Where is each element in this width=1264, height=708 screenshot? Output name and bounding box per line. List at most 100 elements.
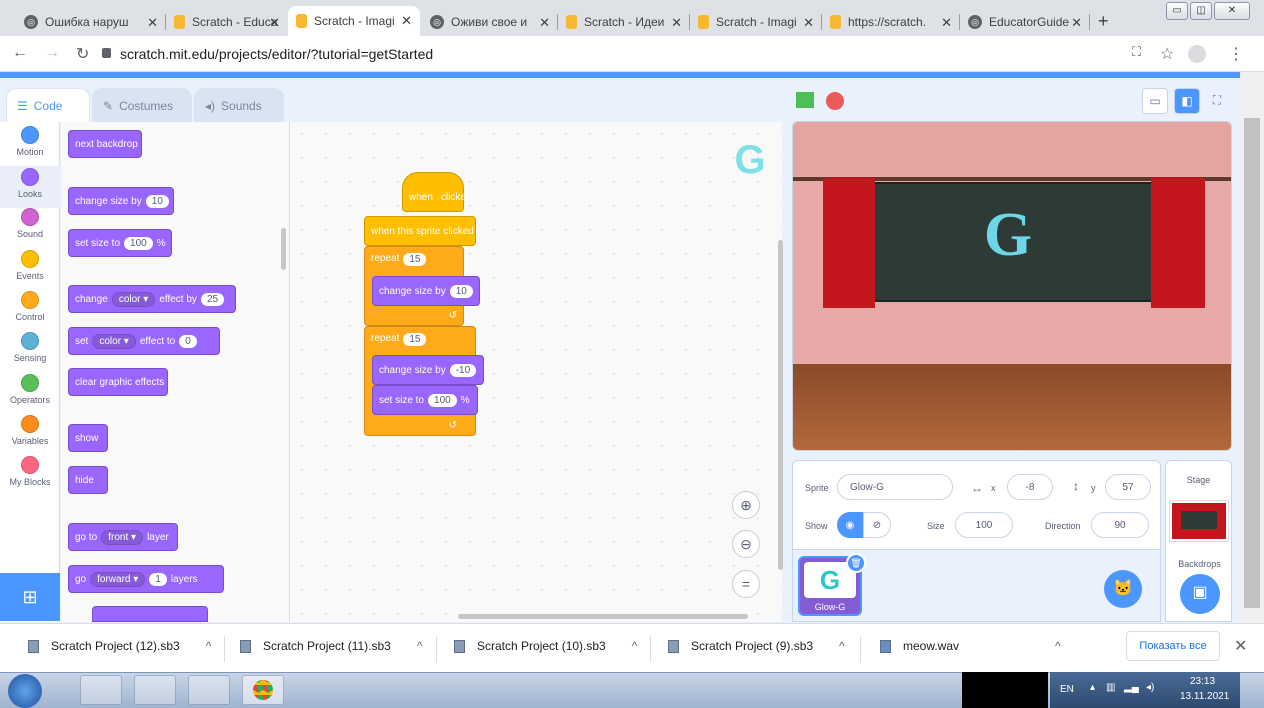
chevron-up-icon[interactable]: ^ [417,639,423,653]
menu-kebab-icon[interactable]: ⋮ [1228,44,1244,64]
browser-tab[interactable]: ◎ Ошибка наруш ✕ [16,8,166,36]
block-set-size-to[interactable]: set size to 100 % [372,385,478,415]
block-show[interactable]: show [68,424,108,452]
large-stage-button[interactable]: ◧ [1174,88,1200,114]
show-hidden-button[interactable]: ⊘ [863,512,891,538]
chevron-up-icon[interactable]: ^ [632,639,638,653]
tab-costumes[interactable]: ✎ Costumes [92,88,192,122]
zoom-in-button[interactable]: ⊕ [732,491,760,519]
start-button[interactable] [8,674,42,708]
set-size-input[interactable]: 100 [428,393,457,407]
effect-to-input[interactable]: 0 [179,334,197,348]
category-looks[interactable]: Looks [0,166,60,208]
browser-tab[interactable]: Scratch - Идеи ✕ [558,8,690,36]
stop-button[interactable] [826,92,844,110]
block-go-to-layer[interactable]: go to front ▾ layer [68,523,178,551]
category-my-blocks[interactable]: My Blocks [0,456,60,496]
minimize-button[interactable]: ▭ [1166,2,1188,20]
block-next-backdrop[interactable]: next backdrop [68,130,142,158]
download-item[interactable]: Scratch Project (9).sb3 ^ [668,639,845,653]
trash-icon[interactable]: 🗑 [846,553,866,573]
close-icon[interactable]: ✕ [269,15,280,31]
word-icon[interactable] [134,675,176,705]
close-icon[interactable]: ✕ [401,13,412,29]
choose-backdrop-button[interactable]: ▣ [1180,574,1220,614]
browser-tab[interactable]: Scratch - Imagi ✕ [690,8,822,36]
block-when-flag-clicked[interactable]: when clicked [402,172,471,212]
page-scrollbar[interactable] [1240,72,1264,623]
add-extension-button[interactable]: ⊞ [0,573,60,621]
palette-scrollbar[interactable] [281,228,286,270]
repeat-count-input[interactable]: 15 [403,333,427,346]
change-size-input[interactable]: 10 [145,194,169,208]
maximize-button[interactable]: ◫ [1190,2,1212,20]
zoom-out-button[interactable]: ⊖ [732,530,760,558]
category-variables[interactable]: Variables [0,415,60,455]
fullscreen-button[interactable]: ⛶ [1204,88,1230,114]
direction-dropdown[interactable]: forward ▾ [90,571,146,587]
change-size-input[interactable]: 10 [449,284,473,298]
category-sound[interactable]: Sound [0,208,60,248]
block-set-effect-to[interactable]: set color ▾ effect to 0 [68,327,220,355]
effect-dropdown[interactable]: color ▾ [111,291,156,307]
close-icon[interactable]: ✕ [539,15,550,31]
workspace-vertical-scrollbar[interactable] [778,240,783,570]
direction-input[interactable]: 90 [1091,512,1149,538]
explorer-icon[interactable] [80,675,122,705]
choose-sprite-button[interactable]: 🐱 [1104,570,1142,608]
block-change-effect-by[interactable]: change color ▾ effect by 25 [68,285,236,313]
small-stage-button[interactable]: ▭ [1142,88,1168,114]
back-arrow-icon[interactable]: ← [12,44,28,62]
browser-tab[interactable]: ◎ Оживи свое и ✕ [422,8,558,36]
close-icon[interactable]: ✕ [671,15,682,31]
new-tab-plus-icon[interactable]: + [1098,11,1109,32]
layer-dropdown[interactable]: front ▾ [101,529,144,545]
download-item[interactable]: Scratch Project (12).sb3 ^ [28,639,211,653]
chrome-icon[interactable] [242,675,284,705]
translate-icon[interactable]: ⛶ [1132,44,1141,60]
category-sensing[interactable]: Sensing [0,332,60,372]
show-all-downloads-button[interactable]: Показать все [1126,631,1220,661]
tab-sounds[interactable]: ◂) Sounds [194,88,284,122]
language-indicator[interactable]: EN [1060,684,1074,695]
chevron-up-icon[interactable]: ^ [839,639,845,653]
download-item[interactable]: Scratch Project (11).sb3 ^ [240,639,422,653]
category-motion[interactable]: Motion [0,126,60,166]
x-input[interactable]: -8 [1007,474,1053,500]
block-change-size-by[interactable]: change size by 10 [68,187,174,215]
clock-time[interactable]: 23:13 [1190,676,1215,687]
block-set-size-to[interactable]: set size to 100 % [68,229,172,257]
workspace-horizontal-scrollbar[interactable] [458,614,748,619]
effect-by-input[interactable]: 25 [200,292,225,306]
set-size-input[interactable]: 100 [124,236,153,250]
change-size-input[interactable]: -10 [449,363,477,377]
url-field[interactable]: scratch.mit.edu/projects/editor/?tutoria… [120,46,433,62]
effect-dropdown[interactable]: color ▾ [92,333,136,349]
download-item[interactable]: Scratch Project (10).sb3 ^ [454,639,637,653]
clock-date[interactable]: 13.11.2021 [1180,691,1229,702]
download-item[interactable]: meow.wav ^ [880,639,1061,653]
y-input[interactable]: 57 [1105,474,1151,500]
show-visible-button[interactable]: ◉ [837,512,863,538]
chevron-up-icon[interactable]: ^ [206,639,212,653]
repeat-count-input[interactable]: 15 [403,253,427,266]
network-icon[interactable]: ▥ [1106,682,1115,693]
close-icon[interactable]: ✕ [941,15,952,31]
block-when-sprite-clicked[interactable]: when this sprite clicked [364,216,476,246]
signal-icon[interactable]: ▂▄ [1124,682,1139,693]
green-flag-button[interactable] [796,92,814,108]
layers-input[interactable]: 1 [149,572,167,586]
reload-icon[interactable]: ↻ [76,44,89,64]
block-change-size-by[interactable]: change size by 10 [372,276,480,306]
volume-icon[interactable]: ◂) [1146,682,1154,693]
paint-icon[interactable] [188,675,230,705]
tray-arrow-icon[interactable]: ▴ [1090,682,1095,693]
browser-tab[interactable]: ◎ EducatorGuide ✕ [960,8,1090,36]
category-operators[interactable]: Operators [0,374,60,414]
size-input[interactable]: 100 [955,512,1013,538]
chevron-up-icon[interactable]: ^ [1055,639,1061,653]
star-icon[interactable]: ☆ [1160,44,1174,64]
block-hide[interactable]: hide [68,466,108,494]
sprite-name-input[interactable]: Glow-G [837,474,953,500]
close-icon[interactable]: ✕ [1234,636,1247,656]
